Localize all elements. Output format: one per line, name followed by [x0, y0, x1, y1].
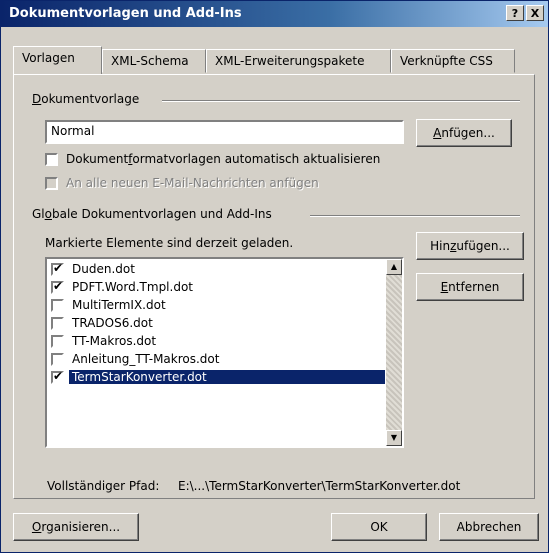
- attach-button[interactable]: Anfügen...: [416, 119, 512, 147]
- email-attach-label: An alle neuen E-Mail-Nachrichten anfügen: [66, 176, 319, 190]
- list-item-selected[interactable]: ✔ TermStarKonverter.dot: [49, 369, 385, 387]
- remove-button[interactable]: Entfernen: [416, 273, 524, 301]
- auto-update-label[interactable]: Dokumentformatvorlagen automatisch aktua…: [66, 152, 380, 166]
- item-label: PDFT.Word.Tmpl.dot: [72, 280, 193, 294]
- scroll-down-button[interactable]: ▼: [386, 430, 402, 446]
- full-path-value: E:\...\TermStarKonverter\TermStarKonvert…: [178, 479, 461, 493]
- tab-xml-schema-label: XML-Schema: [111, 54, 189, 68]
- separator-global-templates: [310, 215, 520, 217]
- document-template-group-label: Dokumentvorlage: [32, 92, 146, 106]
- item-checkbox[interactable]: [51, 317, 64, 330]
- email-attach-checkbox: [45, 177, 58, 190]
- item-label: TRADOS6.dot: [72, 316, 153, 330]
- item-label: MultiTermIX.dot: [72, 298, 166, 312]
- list-item[interactable]: ✔ PDFT.Word.Tmpl.dot: [49, 279, 385, 297]
- item-label: Anleitung_TT-Makros.dot: [72, 352, 220, 366]
- loaded-status-text: Markierte Elemente sind derzeit geladen.: [45, 236, 294, 250]
- list-item[interactable]: TT-Makros.dot: [49, 333, 385, 351]
- tab-vorlagen[interactable]: Vorlagen: [13, 46, 102, 74]
- item-checkbox[interactable]: ✔: [51, 369, 64, 384]
- tab-xml-erweiterungspakete[interactable]: XML-Erweiterungspakete: [206, 49, 391, 73]
- help-button[interactable]: ?: [506, 5, 524, 21]
- item-label: TermStarKonverter.dot: [69, 370, 385, 384]
- global-templates-list[interactable]: ✔ Duden.dot ✔ PDFT.Word.Tmpl.dot MultiTe…: [45, 257, 404, 448]
- title-bar[interactable]: Dokumentvorlagen und Add-Ins ? X: [1, 1, 548, 27]
- checkmark-icon: ✔: [53, 261, 64, 275]
- tab-xml-erweiterungspakete-label: XML-Erweiterungspakete: [215, 54, 365, 68]
- item-checkbox[interactable]: ✔: [51, 279, 64, 294]
- tab-verknuepfte-css-label: Verknüpfte CSS: [400, 54, 493, 68]
- templates-addins-dialog: Dokumentvorlagen und Add-Ins ? X Vorlage…: [0, 0, 549, 553]
- tab-vorlagen-label: Vorlagen: [22, 51, 75, 65]
- list-scrollbar[interactable]: ▲ ▼: [386, 259, 402, 446]
- arrow-up-icon: ▲: [390, 262, 398, 271]
- item-checkbox[interactable]: [51, 335, 64, 348]
- scroll-up-button[interactable]: ▲: [386, 259, 402, 275]
- tab-verknuepfte-css[interactable]: Verknüpfte CSS: [391, 49, 515, 73]
- item-label: TT-Makros.dot: [72, 334, 157, 348]
- window-title: Dokumentvorlagen und Add-Ins: [9, 6, 242, 21]
- arrow-down-icon: ▼: [390, 433, 398, 442]
- item-checkbox[interactable]: [51, 299, 64, 312]
- list-item[interactable]: TRADOS6.dot: [49, 315, 385, 333]
- global-templates-group-label: Globale Dokumentvorlagen und Add-Ins: [32, 207, 278, 221]
- list-item[interactable]: Anleitung_TT-Makros.dot: [49, 351, 385, 369]
- list-item[interactable]: ✔ Duden.dot: [49, 261, 385, 279]
- auto-update-checkbox[interactable]: [45, 153, 58, 166]
- tab-panel-vorlagen: Dokumentvorlage Normal Anfügen... Dokume…: [13, 74, 535, 499]
- checkmark-icon: ✔: [53, 279, 64, 293]
- ok-button[interactable]: OK: [331, 513, 427, 541]
- close-button[interactable]: X: [526, 5, 544, 21]
- item-checkbox[interactable]: [51, 353, 64, 366]
- full-path-label: Vollständiger Pfad:: [47, 479, 160, 493]
- document-template-input[interactable]: Normal: [45, 120, 404, 144]
- checkmark-icon: ✔: [53, 369, 64, 383]
- item-checkbox[interactable]: ✔: [51, 261, 64, 276]
- document-template-value: Normal: [51, 124, 95, 138]
- tab-xml-schema[interactable]: XML-Schema: [102, 49, 206, 73]
- list-item[interactable]: MultiTermIX.dot: [49, 297, 385, 315]
- organize-button[interactable]: Organisieren...: [13, 513, 139, 541]
- item-label: Duden.dot: [72, 262, 135, 276]
- cancel-button[interactable]: Abbrechen: [439, 513, 539, 541]
- add-button[interactable]: Hinzufügen...: [416, 232, 524, 260]
- separator-document-template: [162, 100, 520, 102]
